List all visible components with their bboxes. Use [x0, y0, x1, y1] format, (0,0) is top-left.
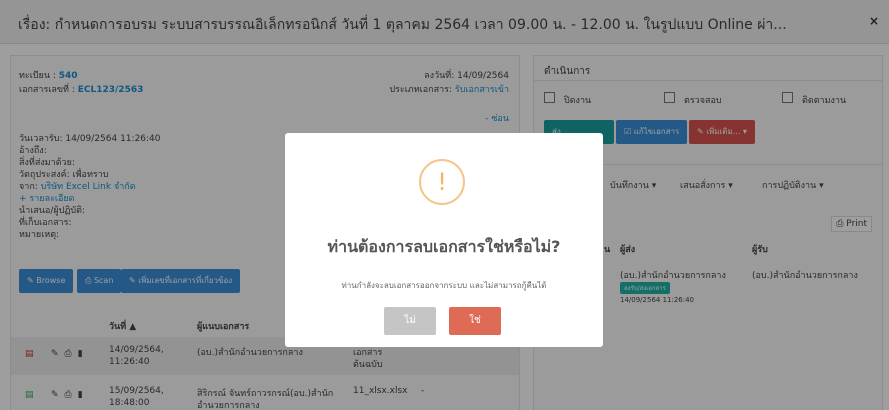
dialog-heading: ท่านต้องการลบเอกสารใช่หรือไม่? [327, 237, 561, 256]
dialog-message: ท่านกำลังจะลบเอกสารออกจากระบบ และไม่สามา… [341, 281, 547, 290]
warning-icon: ! [419, 159, 465, 205]
confirm-button[interactable]: ใช่ [449, 307, 501, 335]
confirm-delete-dialog: ! ท่านต้องการลบเอกสารใช่หรือไม่? ท่านกำล… [285, 133, 603, 347]
cancel-button[interactable]: ไม่ [384, 307, 436, 335]
